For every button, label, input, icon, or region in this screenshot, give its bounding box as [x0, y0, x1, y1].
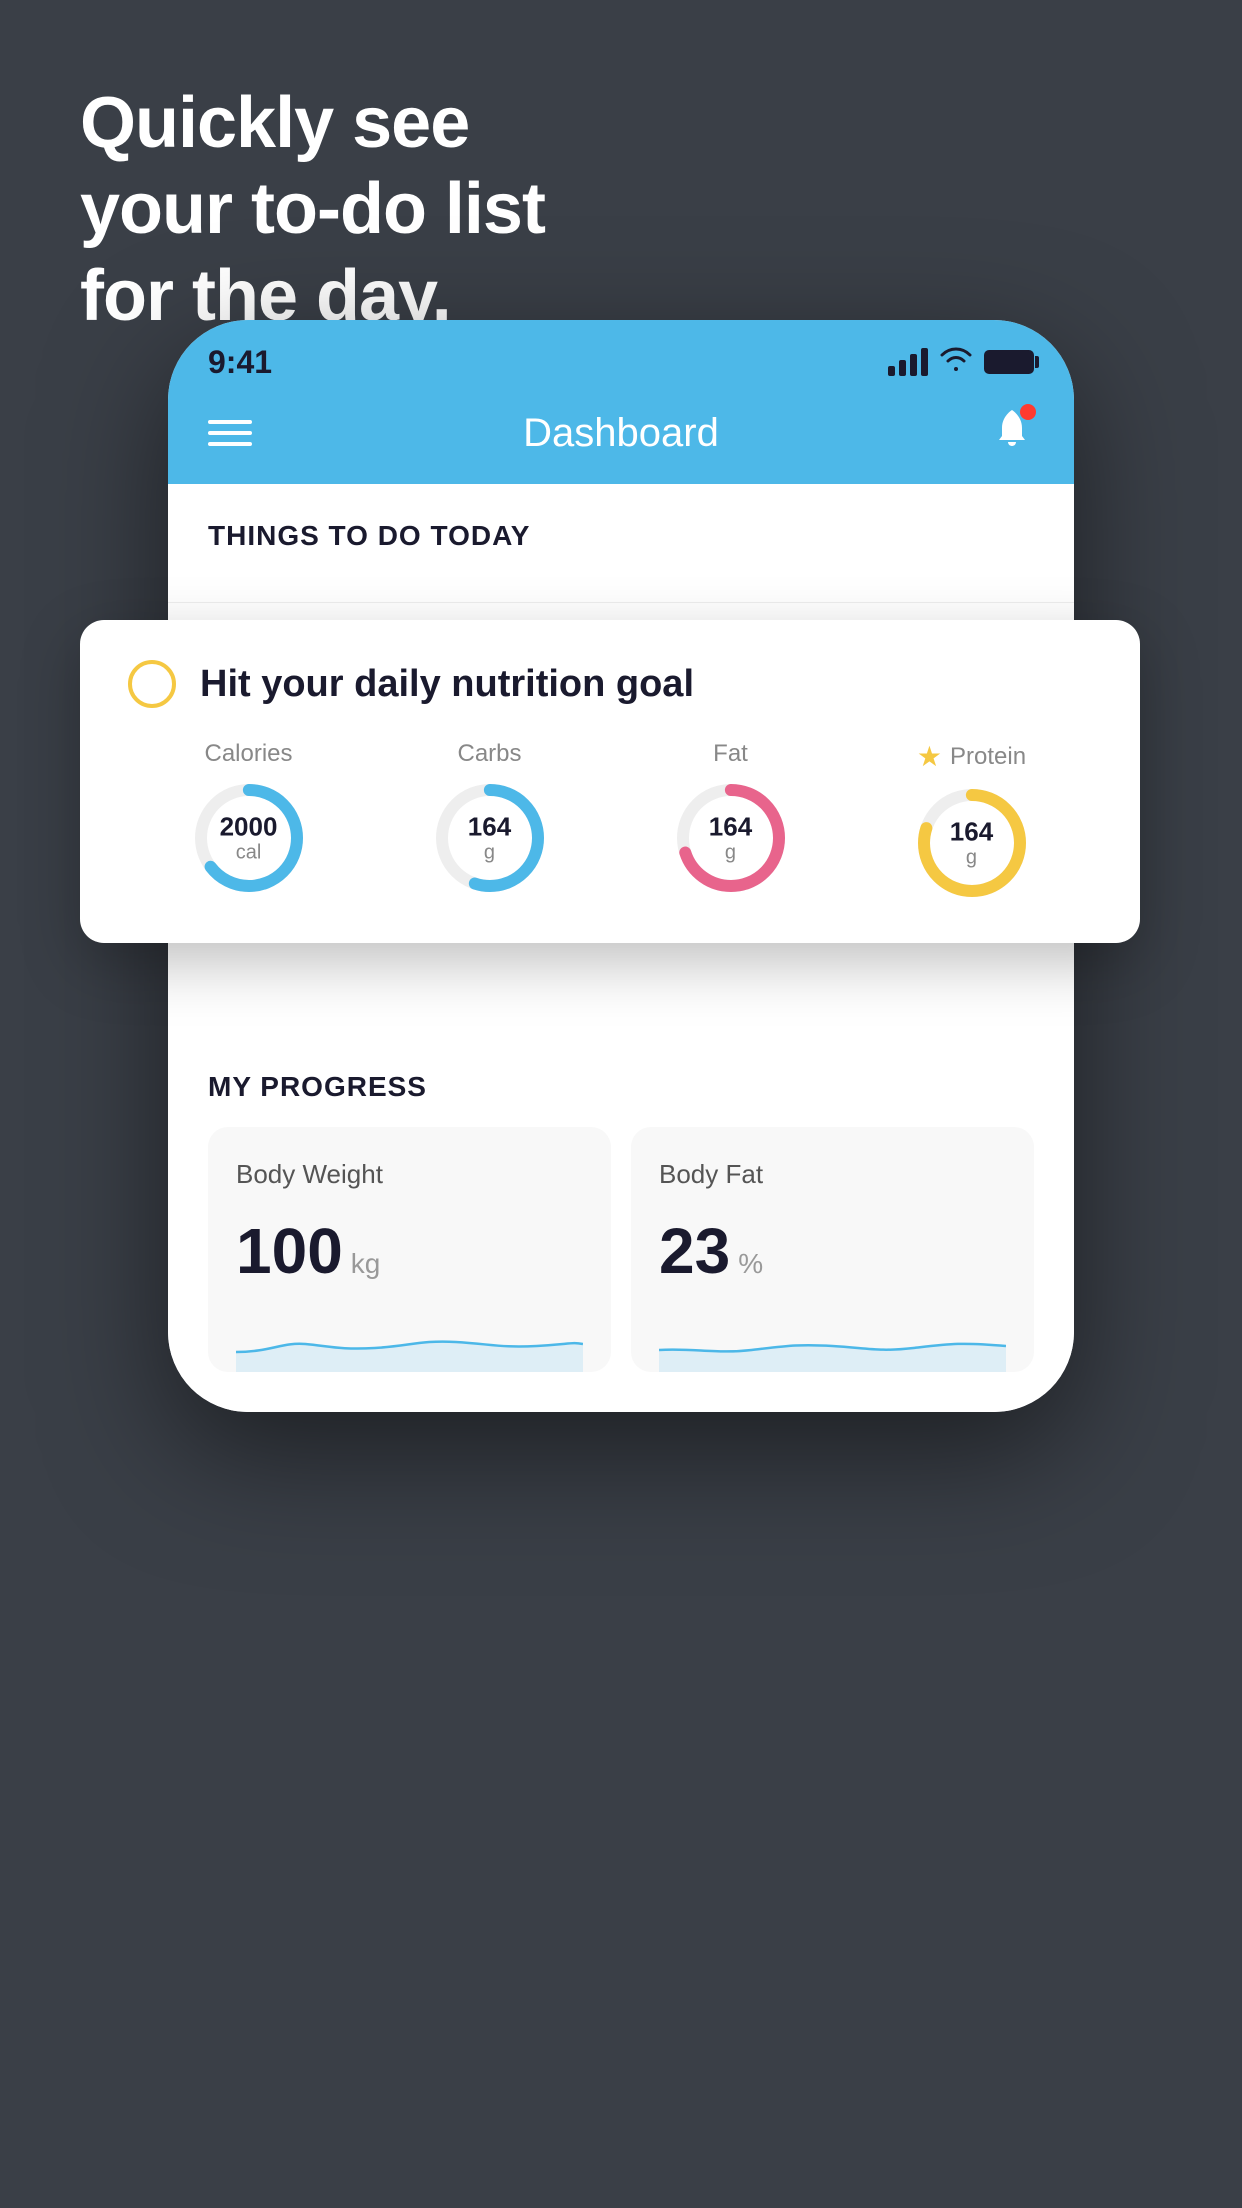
nutrition-calories: Calories 2000 cal: [189, 740, 309, 898]
body-weight-unit: kg: [351, 1248, 381, 1280]
progress-cards: Body Weight 100 kg Body Fat: [168, 1127, 1074, 1412]
body-weight-card[interactable]: Body Weight 100 kg: [208, 1127, 611, 1372]
nutrition-card: Hit your daily nutrition goal Calories 2…: [80, 620, 1140, 943]
menu-button[interactable]: [208, 420, 252, 446]
status-bar: 9:41: [168, 320, 1074, 390]
card-checkbox[interactable]: [128, 660, 176, 708]
status-time: 9:41: [208, 344, 272, 381]
body-weight-title: Body Weight: [236, 1159, 583, 1190]
body-weight-chart: [236, 1312, 583, 1372]
signal-icon: [888, 348, 928, 376]
carbs-label: Carbs: [457, 740, 521, 768]
protein-donut: 164 g: [912, 783, 1032, 903]
things-to-do-heading: THINGS TO DO TODAY: [168, 484, 1074, 572]
protein-label: ★ Protein: [917, 740, 1026, 773]
body-weight-value: 100 kg: [236, 1214, 583, 1288]
wifi-icon: [940, 345, 972, 380]
battery-icon: [984, 350, 1034, 374]
protein-value: 164 g: [950, 818, 993, 869]
nutrition-fat: Fat 164 g: [671, 740, 791, 898]
body-fat-unit: %: [738, 1248, 763, 1280]
progress-section: MY PROGRESS Body Weight 100 kg: [168, 971, 1074, 1412]
notification-button[interactable]: [990, 406, 1034, 460]
app-header: Dashboard: [168, 390, 1074, 484]
calories-donut: 2000 cal: [189, 778, 309, 898]
body-fat-number: 23: [659, 1214, 730, 1288]
status-icons: [888, 345, 1034, 380]
star-icon: ★: [917, 740, 942, 773]
notification-dot: [1020, 404, 1036, 420]
nutrition-circles: Calories 2000 cal Carbs: [128, 740, 1092, 903]
card-title: Hit your daily nutrition goal: [200, 663, 694, 706]
calories-label: Calories: [204, 740, 292, 768]
calories-value: 2000 cal: [220, 813, 278, 864]
body-fat-value: 23 %: [659, 1214, 1006, 1288]
fat-donut: 164 g: [671, 778, 791, 898]
card-header: Hit your daily nutrition goal: [128, 660, 1092, 708]
body-fat-title: Body Fat: [659, 1159, 1006, 1190]
body-fat-card[interactable]: Body Fat 23 %: [631, 1127, 1034, 1372]
header-title: Dashboard: [523, 411, 719, 456]
hero-line1: Quickly see: [80, 80, 545, 166]
fat-value: 164 g: [709, 813, 752, 864]
nutrition-protein: ★ Protein 164 g: [912, 740, 1032, 903]
body-weight-number: 100: [236, 1214, 343, 1288]
progress-heading: MY PROGRESS: [168, 1071, 1074, 1127]
body-fat-chart: [659, 1312, 1006, 1372]
carbs-value: 164 g: [468, 813, 511, 864]
fat-label: Fat: [713, 740, 748, 768]
hero-text: Quickly see your to-do list for the day.: [80, 80, 545, 339]
carbs-donut: 164 g: [430, 778, 550, 898]
spacer-top: [168, 572, 1074, 602]
hero-line2: your to-do list: [80, 166, 545, 252]
nutrition-carbs: Carbs 164 g: [430, 740, 550, 898]
